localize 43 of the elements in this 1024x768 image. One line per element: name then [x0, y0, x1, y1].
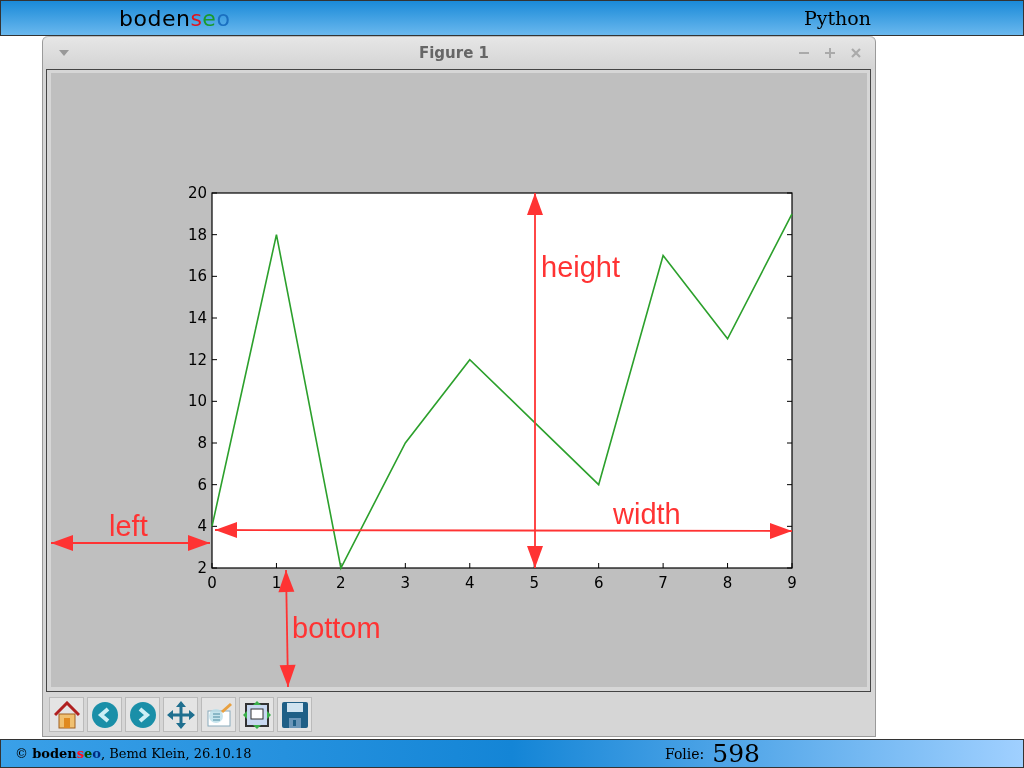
y-tick-label: 20: [187, 184, 207, 202]
slide-label: Folie:: [664, 745, 705, 762]
y-tick-label: 16: [187, 267, 207, 286]
home-button[interactable]: [49, 697, 84, 732]
y-tick-label: 10: [187, 392, 207, 411]
x-tick-label: 9: [787, 574, 797, 592]
house-icon: [53, 700, 80, 729]
x-tick-label: 4: [465, 574, 475, 592]
forward-button[interactable]: [125, 697, 160, 732]
x-tick-label: 6: [593, 574, 604, 592]
slide-number: 598: [712, 739, 760, 768]
x-tick-label: 7: [658, 574, 668, 592]
y-tick-label: 4: [197, 517, 207, 536]
pan-button[interactable]: [163, 697, 198, 732]
slide-title: Python: [803, 7, 871, 29]
close-icon[interactable]: [851, 48, 861, 58]
zoom-rectangle-icon: [204, 701, 233, 728]
move-icon: [166, 700, 195, 729]
x-tick-label: 5: [529, 574, 539, 592]
y-tick-label: 14: [187, 309, 207, 327]
y-tick-label: 8: [197, 434, 207, 452]
x-tick-label: 8: [722, 574, 733, 592]
window-title: Figure 1: [418, 44, 490, 62]
annotation-label: height: [541, 251, 620, 283]
annotation-label: bottom: [292, 612, 381, 644]
y-tick-label: 2: [197, 559, 207, 577]
annotation-label: left: [109, 510, 148, 542]
subplots-icon: [242, 700, 271, 729]
back-button[interactable]: [87, 697, 122, 732]
y-tick-label: 6: [197, 475, 207, 494]
x-tick-label: 1: [271, 574, 282, 592]
copyright-text: © bodenseo, Bemd Klein, 26.10.18: [15, 746, 252, 761]
subplots-button[interactable]: [239, 697, 274, 732]
y-tick-label: 12: [187, 350, 207, 369]
x-tick-label: 2: [336, 574, 346, 592]
y-tick-label: 18: [187, 225, 207, 244]
menu-icon[interactable]: [59, 50, 69, 56]
logo: bodenseo: [119, 5, 231, 31]
maximize-icon[interactable]: [825, 48, 835, 58]
annotation-label: width: [613, 498, 681, 530]
save-button[interactable]: [277, 697, 312, 732]
x-tick-label: 0: [207, 574, 217, 592]
x-tick-label: 3: [400, 574, 411, 592]
